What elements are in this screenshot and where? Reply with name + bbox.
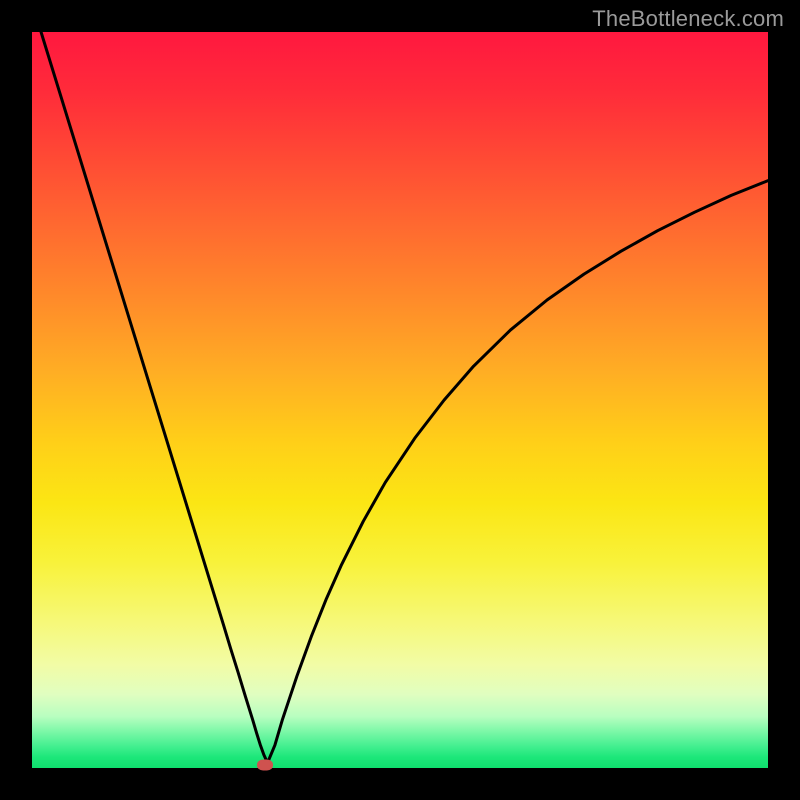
- bottleneck-curve: [32, 32, 768, 768]
- chart-frame: TheBottleneck.com: [0, 0, 800, 800]
- optimum-marker: [257, 760, 273, 771]
- watermark-text: TheBottleneck.com: [592, 6, 784, 32]
- plot-area: [32, 32, 768, 768]
